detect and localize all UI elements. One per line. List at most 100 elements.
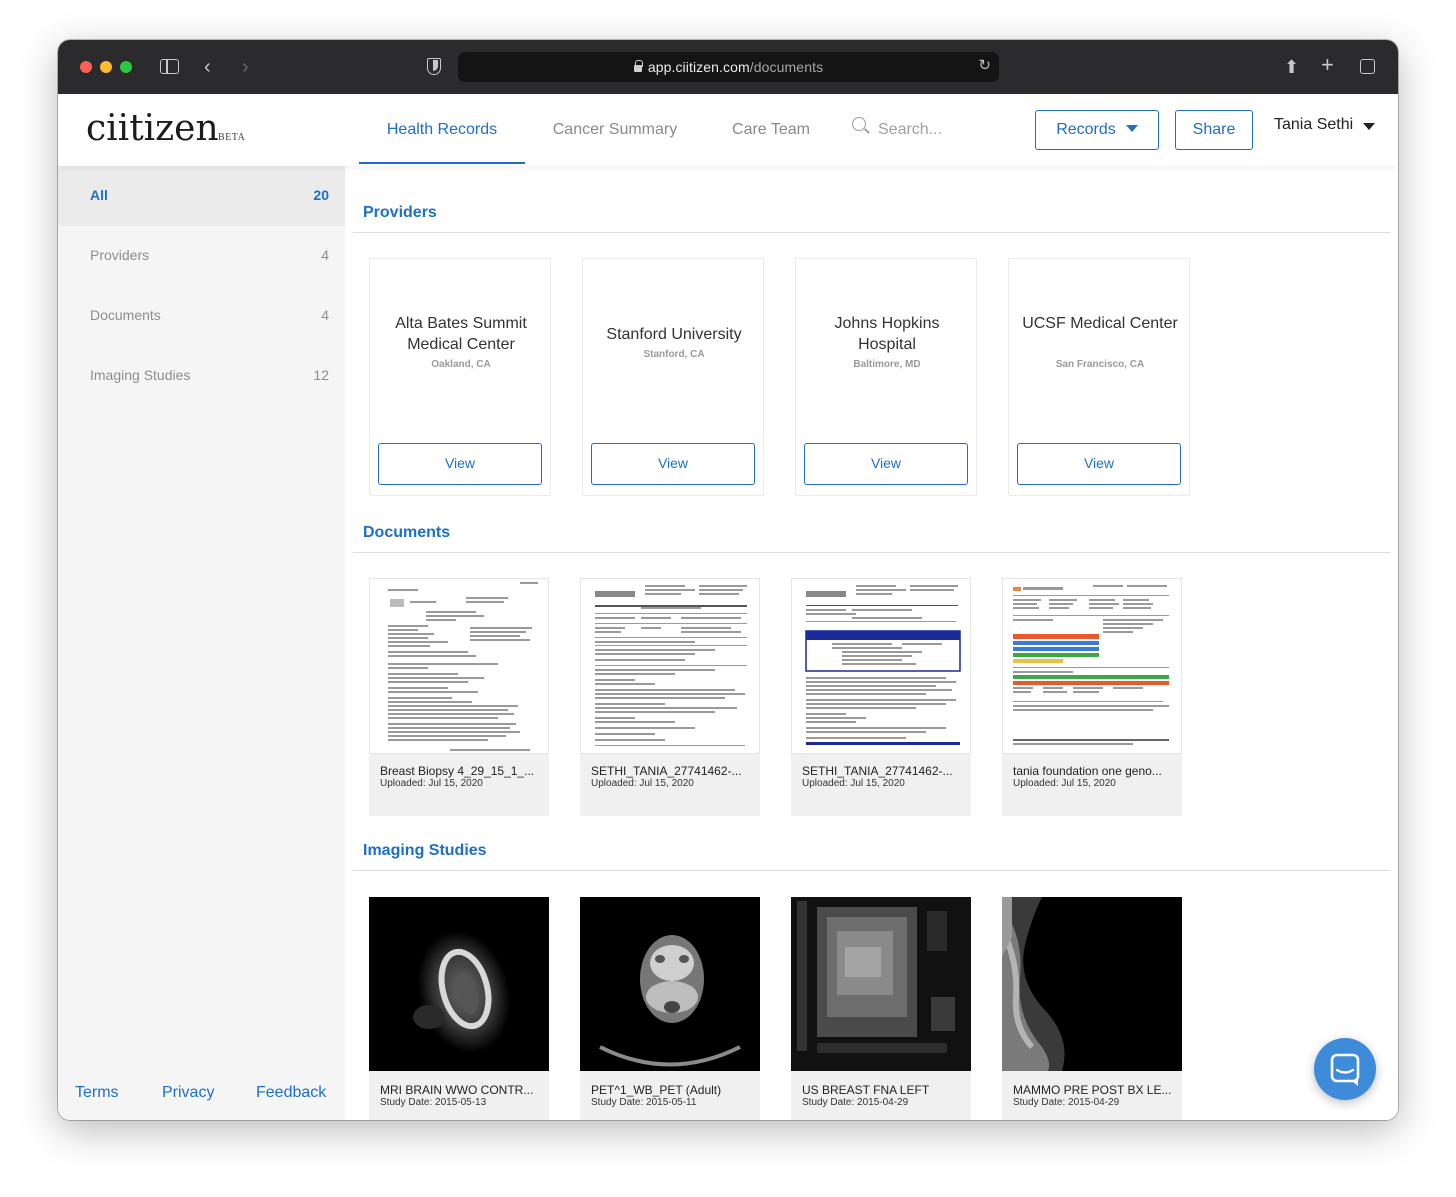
privacy-shield-icon[interactable] <box>427 58 441 75</box>
tab-care-team[interactable]: Care Team <box>713 94 829 166</box>
imaging-study-name: US BREAST FNA LEFT <box>802 1083 930 1097</box>
url-path: /documents <box>749 59 824 75</box>
sidebar-item-count: 4 <box>321 247 329 263</box>
url-host: app.ciitizen.com <box>647 59 750 75</box>
view-provider-button[interactable]: View <box>804 443 968 485</box>
ciitizen-logo[interactable]: ciitizen <box>86 108 219 149</box>
document-name: tania foundation one geno... <box>1013 764 1162 778</box>
sidebar-item-label: Documents <box>90 307 161 323</box>
provider-location: San Francisco, CA <box>1055 359 1145 370</box>
section-divider <box>353 552 1390 553</box>
documents-section-title: Documents <box>363 524 451 541</box>
section-divider <box>353 870 1390 871</box>
provider-location: Stanford, CA <box>643 349 705 360</box>
imaging-section-title: Imaging Studies <box>363 842 487 859</box>
document-thumbnail <box>580 578 760 754</box>
share-page-icon[interactable]: ⬆ <box>1284 55 1299 79</box>
records-button-label: Records <box>1056 121 1116 138</box>
app-header: ciitizen BETA Health Records Cancer Summ… <box>58 94 1398 166</box>
provider-card: UCSF Medical Center San Francisco, CA Vi… <box>1008 258 1190 496</box>
provider-name: Stanford University <box>606 326 742 343</box>
provider-location: Baltimore, MD <box>853 359 921 370</box>
chat-bubble-icon <box>1330 1053 1360 1086</box>
providers-section-title: Providers <box>363 204 437 221</box>
browser-toolbar: ‹ › app.ciitizen.com/documents ↻ ⬆ + <box>58 40 1398 94</box>
records-dropdown-button[interactable]: Records <box>1035 110 1159 150</box>
section-divider <box>353 232 1390 233</box>
provider-card: Stanford University Stanford, CA View <box>582 258 764 496</box>
provider-name: Johns Hopkins Hospital <box>834 315 940 353</box>
document-upload-date: Uploaded: Jul 15, 2020 <box>802 778 905 789</box>
view-provider-button[interactable]: View <box>1017 443 1181 485</box>
document-name: SETHI_TANIA_27741462-... <box>591 764 742 778</box>
document-name: SETHI_TANIA_27741462-... <box>802 764 953 778</box>
imaging-study-name: PET^1_WB_PET (Adult) <box>591 1083 722 1097</box>
sidebar-item-documents[interactable]: Documents 4 <box>58 286 345 346</box>
chat-launcher-button[interactable] <box>1314 1038 1376 1100</box>
imaging-study-card[interactable]: PET^1_WB_PET (Adult) Study Date: 2015-05… <box>580 897 760 1120</box>
privacy-link[interactable]: Privacy <box>162 1084 214 1102</box>
close-window-button[interactable] <box>80 61 92 73</box>
imaging-study-name: MAMMO PRE POST BX LE... <box>1013 1083 1172 1097</box>
sidebar-item-count: 4 <box>321 307 329 323</box>
imaging-study-date: Study Date: 2015-04-29 <box>1013 1097 1120 1108</box>
document-thumbnail <box>1002 578 1182 754</box>
provider-name: Alta Bates Summit Medical Center <box>395 315 527 353</box>
sidebar: All 20 Providers 4 Documents 4 Imaging S… <box>58 166 345 1120</box>
view-provider-button[interactable]: View <box>591 443 755 485</box>
sidebar-item-label: All <box>90 187 108 203</box>
sidebar-item-imaging-studies[interactable]: Imaging Studies 12 <box>58 346 345 406</box>
imaging-study-date: Study Date: 2015-05-13 <box>380 1097 487 1108</box>
share-button[interactable]: Share <box>1175 110 1253 150</box>
beta-badge: BETA <box>218 132 246 143</box>
provider-name: UCSF Medical Center <box>1022 315 1178 332</box>
feedback-link[interactable]: Feedback <box>256 1084 326 1102</box>
imaging-study-card[interactable]: MRI BRAIN WWO CONTR... Study Date: 2015-… <box>369 897 549 1120</box>
tab-health-records[interactable]: Health Records <box>359 94 525 166</box>
imaging-thumbnail <box>791 897 971 1071</box>
lock-icon <box>633 60 643 72</box>
sidebar-toggle-icon[interactable] <box>160 59 179 74</box>
sidebar-item-providers[interactable]: Providers 4 <box>58 226 345 286</box>
back-icon[interactable]: ‹ <box>204 55 211 79</box>
imaging-thumbnail <box>580 897 760 1071</box>
caret-down-icon <box>1125 125 1138 132</box>
document-name: Breast Biopsy 4_29_15_1_... <box>380 764 535 778</box>
sidebar-item-count: 20 <box>313 187 329 203</box>
search-input[interactable] <box>878 116 1018 144</box>
sidebar-item-all[interactable]: All 20 <box>58 166 345 226</box>
user-menu[interactable]: Tania Sethi <box>1274 116 1353 134</box>
imaging-study-date: Study Date: 2015-04-29 <box>802 1097 909 1108</box>
imaging-study-card[interactable]: US BREAST FNA LEFT Study Date: 2015-04-2… <box>791 897 971 1120</box>
tab-cancer-summary[interactable]: Cancer Summary <box>535 94 695 166</box>
sidebar-item-label: Providers <box>90 247 150 263</box>
minimize-window-button[interactable] <box>100 61 112 73</box>
imaging-study-card[interactable]: MAMMO PRE POST BX LE... Study Date: 2015… <box>1002 897 1182 1120</box>
user-caret-icon[interactable] <box>1363 123 1375 130</box>
sidebar-item-label: Imaging Studies <box>90 367 191 383</box>
imaging-study-date: Study Date: 2015-05-11 <box>591 1097 697 1108</box>
document-card[interactable]: Breast Biopsy 4_29_15_1_... Uploaded: Ju… <box>369 578 549 816</box>
zoom-window-button[interactable] <box>120 61 132 73</box>
reload-icon[interactable]: ↻ <box>978 56 991 74</box>
new-tab-icon[interactable]: + <box>1321 53 1334 77</box>
document-upload-date: Uploaded: Jul 15, 2020 <box>1013 778 1116 789</box>
provider-card: Johns Hopkins Hospital Baltimore, MD Vie… <box>795 258 977 496</box>
browser-window: ‹ › app.ciitizen.com/documents ↻ ⬆ + cii… <box>58 40 1398 1120</box>
document-card[interactable]: SETHI_TANIA_27741462-... Uploaded: Jul 1… <box>791 578 971 816</box>
document-thumbnail <box>791 578 971 754</box>
address-bar[interactable]: app.ciitizen.com/documents ↻ <box>458 52 999 82</box>
view-provider-button[interactable]: View <box>378 443 542 485</box>
terms-link[interactable]: Terms <box>75 1084 119 1102</box>
forward-icon[interactable]: › <box>242 55 249 79</box>
imaging-thumbnail <box>369 897 549 1071</box>
provider-card: Alta Bates Summit Medical Center Oakland… <box>369 258 551 496</box>
document-upload-date: Uploaded: Jul 15, 2020 <box>591 778 694 789</box>
main-content: Providers Alta Bates Summit Medical Cent… <box>345 166 1398 1120</box>
document-thumbnail <box>369 578 549 754</box>
imaging-thumbnail <box>1002 897 1182 1071</box>
sidebar-item-count: 12 <box>313 367 329 383</box>
document-card[interactable]: SETHI_TANIA_27741462-... Uploaded: Jul 1… <box>580 578 760 816</box>
document-card[interactable]: tania foundation one geno... Uploaded: J… <box>1002 578 1182 816</box>
tab-overview-icon[interactable] <box>1360 59 1375 74</box>
